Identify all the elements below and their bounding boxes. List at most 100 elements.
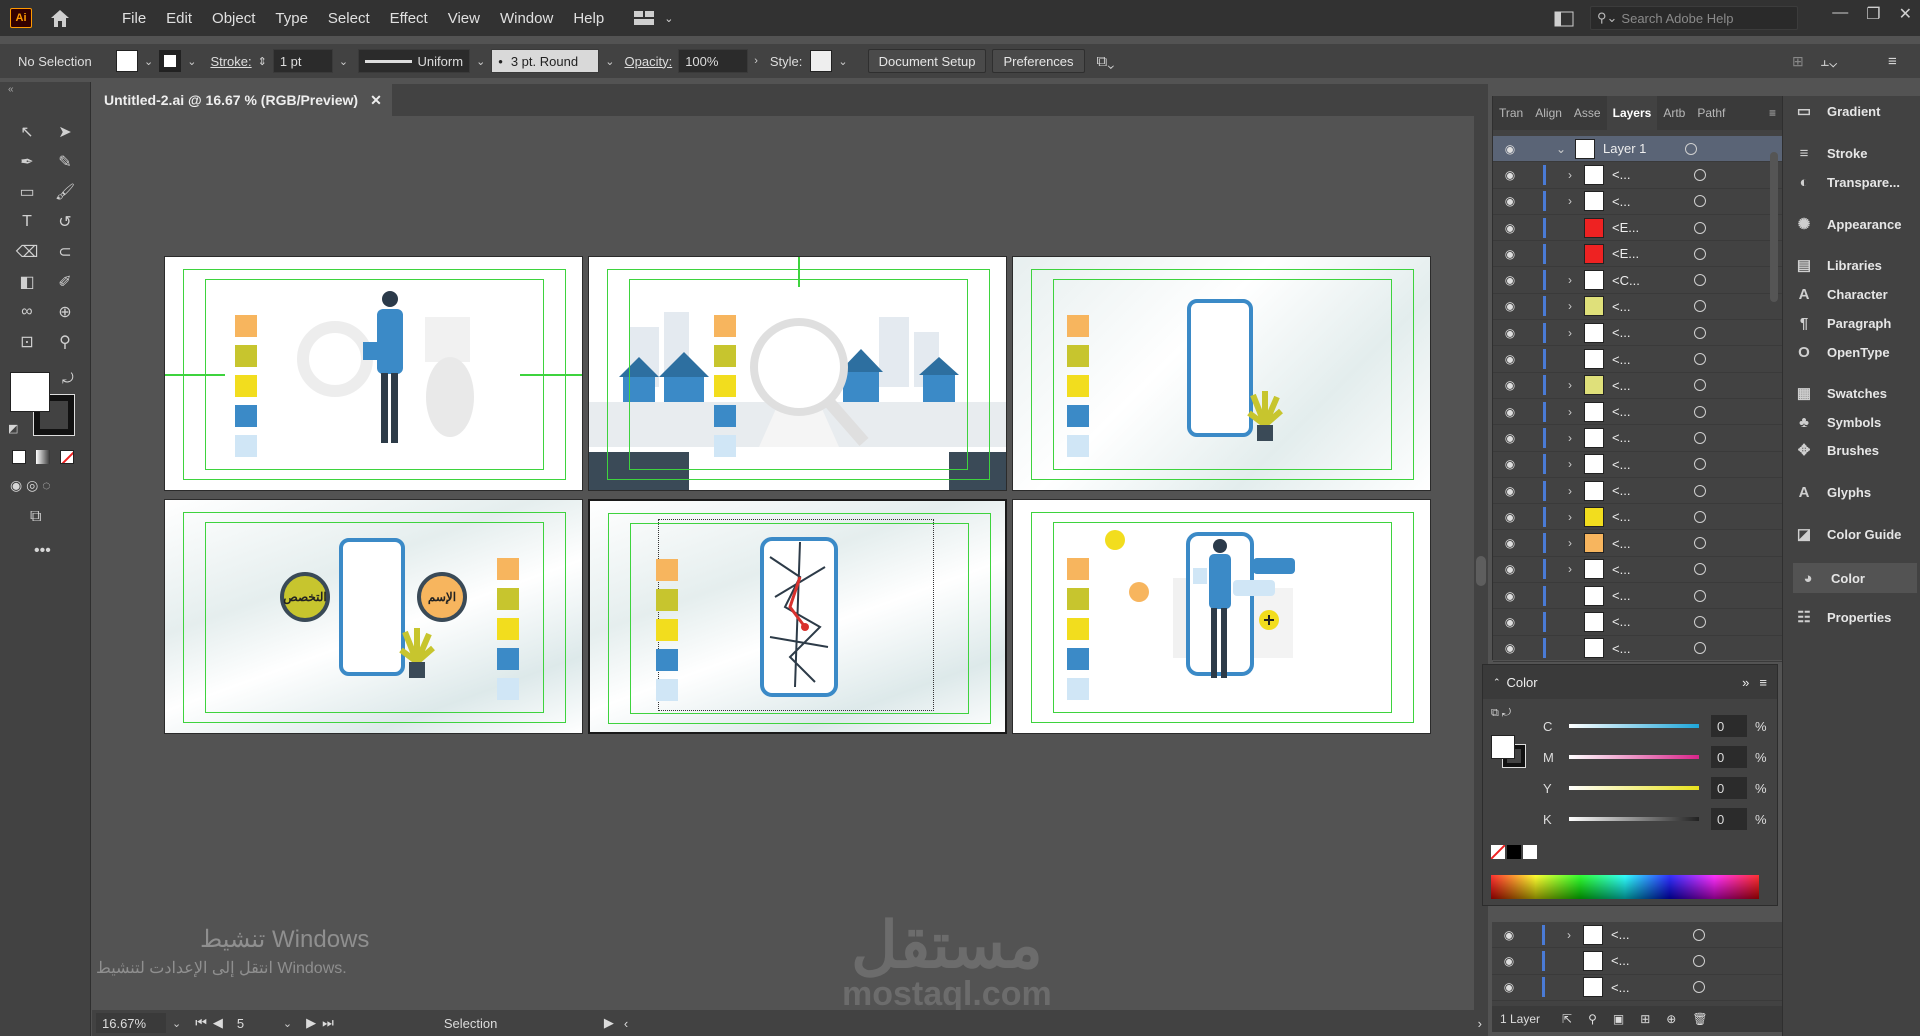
scroll-thumb[interactable] [1476, 556, 1486, 586]
menu-window[interactable]: Window [490, 10, 563, 27]
rectangle-tool-icon[interactable]: ▭ [14, 182, 40, 202]
lasso-tool-icon[interactable]: ⊂ [52, 242, 78, 262]
opacity-field[interactable]: 100% [678, 49, 749, 73]
chevron-down-icon[interactable]: ⌄ [144, 55, 153, 68]
chevron-down-icon[interactable]: ⌄ [187, 55, 196, 68]
minimize-icon[interactable]: — [1832, 4, 1848, 24]
target-circle-icon[interactable] [1694, 353, 1706, 366]
dock-item-libraries[interactable]: ▤ Libraries [1793, 256, 1882, 274]
stroke-stepper-icon[interactable]: ⇕ [258, 55, 267, 68]
fill-color-box[interactable] [1491, 735, 1515, 759]
layer-row[interactable]: ◉ › <... [1493, 557, 1782, 584]
panel-menu-icon[interactable]: ≡ [1763, 106, 1782, 120]
yellow-value-field[interactable]: 0 [1711, 777, 1747, 799]
chevron-right-icon[interactable]: › [1556, 431, 1584, 445]
menu-file[interactable]: File [112, 10, 156, 27]
menu-edit[interactable]: Edit [156, 10, 202, 27]
artboard-tool-icon[interactable]: ⊡ [14, 332, 40, 352]
panel-grid-icon[interactable]: ⊞ [1792, 53, 1804, 70]
layer-name[interactable]: <... [1612, 509, 1684, 524]
paintbrush-tool-icon[interactable]: 🖌 [52, 182, 78, 202]
visibility-eye-icon[interactable]: ◉ [1492, 980, 1526, 994]
visibility-eye-icon[interactable]: ◉ [1493, 484, 1527, 498]
layer-row[interactable]: ◉ › <... [1492, 922, 1782, 949]
new-layer-icon[interactable]: ⊕ [1666, 1012, 1676, 1026]
eraser-tool-icon[interactable]: ⌫ [14, 242, 40, 262]
chevron-right-icon[interactable]: › [1555, 928, 1583, 942]
arrange-documents-icon[interactable] [1554, 11, 1574, 27]
layer-row[interactable]: ◉ <... [1492, 975, 1782, 1001]
target-circle-icon[interactable] [1694, 379, 1706, 392]
dock-item-character[interactable]: A Character [1793, 285, 1888, 303]
chevron-right-icon[interactable]: › [1556, 405, 1584, 419]
cyan-track[interactable] [1569, 724, 1699, 728]
artboard-4[interactable]: التخصص الإسم [164, 499, 583, 734]
direct-selection-tool-icon[interactable]: ➤ [52, 122, 78, 142]
layer-name[interactable]: <E... [1612, 246, 1684, 261]
artboard-2[interactable] [588, 256, 1007, 491]
visibility-eye-icon[interactable]: ◉ [1493, 641, 1527, 655]
draw-mode-icon[interactable]: ◉ ◎ ◌ [10, 477, 51, 494]
magenta-slider[interactable]: M 0 % [1543, 746, 1767, 768]
layer-row[interactable]: ◉ › <... [1493, 189, 1782, 215]
visibility-eye-icon[interactable]: ◉ [1493, 536, 1527, 550]
yellow-track[interactable] [1569, 786, 1699, 790]
toolbar-icon[interactable]: ⫠⌄ [1820, 53, 1837, 70]
stroke-label[interactable]: Stroke: [210, 54, 251, 69]
layer-row[interactable]: ◉ <E... [1493, 215, 1782, 242]
visibility-eye-icon[interactable]: ◉ [1493, 510, 1527, 524]
menu-select[interactable]: Select [318, 10, 380, 27]
chevron-right-icon[interactable]: › [1556, 299, 1584, 313]
artboard-nav-next-icon[interactable]: ▶ [306, 1015, 316, 1031]
layer-row[interactable]: ◉ › <... [1493, 373, 1782, 399]
chevron-down-icon[interactable]: ⌄ [172, 1017, 181, 1030]
layer-name[interactable]: <... [1612, 430, 1684, 445]
delete-icon[interactable]: 🗑 [1692, 1012, 1707, 1026]
target-circle-icon[interactable] [1694, 484, 1706, 497]
stroke-swatch[interactable] [159, 50, 182, 72]
visibility-eye-icon[interactable]: ◉ [1492, 928, 1526, 942]
chevron-down-icon[interactable]: ⌄ [605, 55, 614, 68]
target-circle-icon[interactable] [1685, 142, 1697, 155]
brush-definition[interactable]: • 3 pt. Round [491, 49, 600, 73]
chevron-right-icon[interactable]: › [1556, 510, 1584, 524]
chevron-right-icon[interactable]: › [1556, 562, 1584, 576]
layer-row[interactable]: ◉ <... [1492, 948, 1782, 975]
target-circle-icon[interactable] [1694, 195, 1706, 208]
document-setup-button[interactable]: Document Setup [867, 49, 987, 73]
layer-row[interactable]: ◉ <... [1493, 636, 1782, 662]
fill-color-box[interactable] [10, 372, 50, 412]
preferences-button[interactable]: Preferences [992, 49, 1085, 73]
target-circle-icon[interactable] [1694, 221, 1706, 234]
layer-row[interactable]: ◉ › <... [1493, 504, 1782, 531]
layer-row[interactable]: ◉ › <C... [1493, 267, 1782, 294]
target-circle-icon[interactable] [1694, 168, 1706, 181]
layer-row[interactable]: ◉ › <... [1493, 399, 1782, 426]
workspace-switcher[interactable]: ⌄ [634, 10, 673, 26]
target-circle-icon[interactable] [1694, 615, 1706, 628]
close-icon[interactable]: ✕ [1899, 4, 1912, 24]
layers-scrollbar[interactable] [1770, 152, 1778, 302]
tab-asset-export[interactable]: Asse [1568, 106, 1607, 120]
chevron-right-icon[interactable]: › [1556, 536, 1584, 550]
black-swatch[interactable] [1507, 845, 1521, 859]
rotate-tool-icon[interactable]: ↺ [52, 212, 78, 232]
visibility-eye-icon[interactable]: ◉ [1493, 194, 1527, 208]
blend-tool-icon[interactable]: ∞ [14, 302, 40, 322]
artboard-nav-prev-icon[interactable]: ◀ [213, 1015, 223, 1031]
gradient-tool-icon[interactable]: ◧ [14, 272, 40, 292]
dock-item-appearance[interactable]: ✺ Appearance [1793, 215, 1902, 233]
chevron-right-icon[interactable]: › [1556, 378, 1584, 392]
visibility-eye-icon[interactable]: ◉ [1492, 954, 1526, 968]
new-sublayer-icon[interactable]: ⊞ [1640, 1012, 1650, 1026]
chevron-down-icon[interactable]: ⌄ [339, 55, 348, 68]
white-swatch[interactable] [1523, 845, 1537, 859]
more-tools-icon[interactable]: ••• [34, 542, 51, 560]
shape-builder-tool-icon[interactable]: ⊕ [52, 302, 78, 322]
dock-item-properties[interactable]: ☷ Properties [1793, 608, 1891, 626]
chevron-right-icon[interactable]: › [754, 55, 758, 67]
layer-row[interactable]: ◉ <E... [1493, 241, 1782, 268]
visibility-eye-icon[interactable]: ◉ [1493, 589, 1527, 603]
graphic-style-swatch[interactable] [810, 50, 833, 72]
tab-pathfinder[interactable]: Pathf [1691, 106, 1731, 120]
